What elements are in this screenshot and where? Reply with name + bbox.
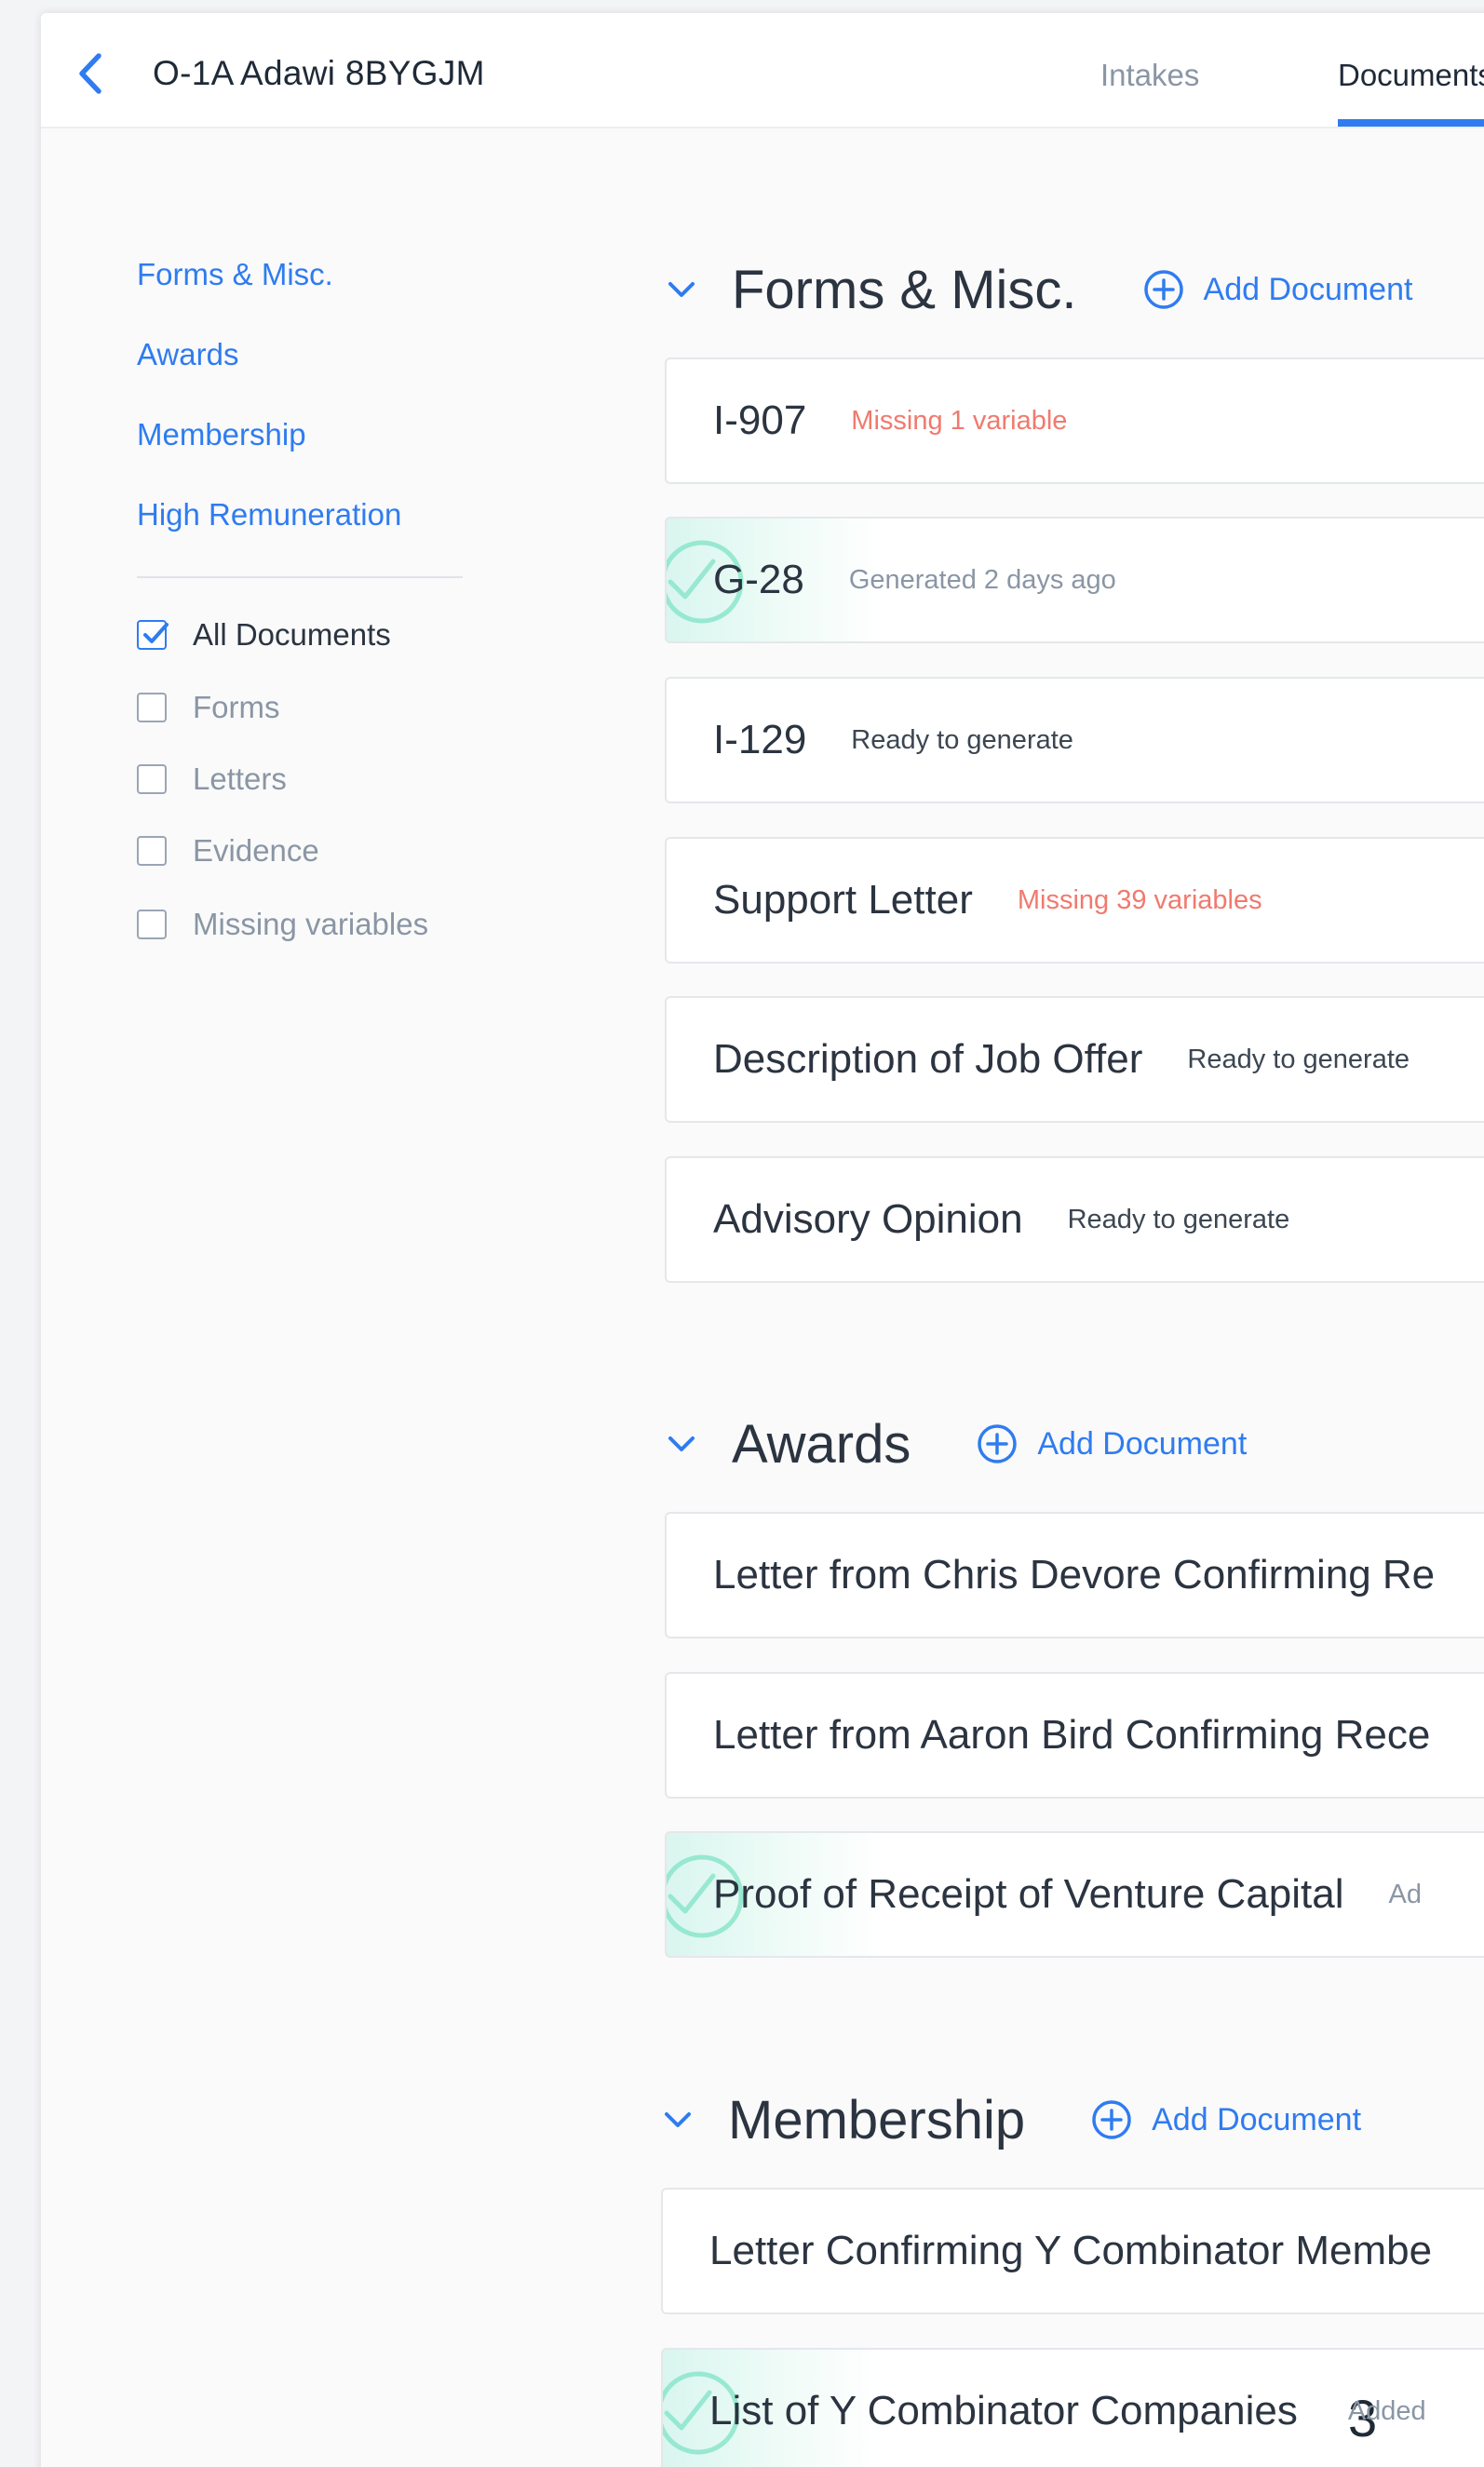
document-title: I-129	[713, 717, 807, 762]
filter-letters[interactable]: Letters	[137, 761, 287, 798]
checkbox[interactable]	[137, 693, 167, 722]
section-header-awards: Awards Add Document	[665, 1411, 1247, 1476]
document-row[interactable]: Letter Confirming Y Combinator Membe	[661, 2188, 1484, 2314]
filter-label: Evidence	[193, 833, 319, 868]
document-status: Missing 39 variables	[1017, 884, 1262, 915]
chevron-down-icon[interactable]	[661, 2103, 695, 2137]
document-row[interactable]: Description of Job Offer Ready to genera…	[665, 996, 1484, 1123]
filter-all-documents[interactable]: All Documents	[137, 616, 391, 654]
document-row[interactable]: Letter from Aaron Bird Confirming Rece	[665, 1672, 1484, 1799]
document-row[interactable]: I-129 Ready to generate	[665, 677, 1484, 803]
filter-label: All Documents	[193, 617, 391, 652]
filter-label: Letters	[193, 762, 287, 796]
filter-missing-variables[interactable]: Missing variables	[137, 906, 428, 943]
filter-label: Missing variables	[193, 907, 429, 941]
document-title: Proof of Receipt of Venture Capital	[713, 1871, 1344, 1917]
add-document-button[interactable]: Add Document	[1142, 268, 1413, 311]
sidebar-link-membership[interactable]: Membership	[137, 417, 306, 452]
document-row[interactable]: Advisory Opinion Ready to generate	[665, 1156, 1484, 1283]
plus-circle-icon	[1143, 270, 1183, 309]
document-row[interactable]: I-907 Missing 1 variable	[665, 357, 1484, 484]
sidebar-link-forms-misc[interactable]: Forms & Misc.	[137, 257, 333, 292]
document-title: I-907	[713, 398, 807, 443]
document-row[interactable]: G-28 Generated 2 days ago	[665, 517, 1484, 643]
add-document-label: Add Document	[1037, 1425, 1248, 1462]
section-title: Awards	[732, 1413, 911, 1475]
tab-intakes[interactable]: Intakes	[1100, 58, 1199, 93]
document-status: Added	[1347, 2395, 1426, 2426]
add-document-label: Add Document	[1203, 271, 1413, 307]
document-title: Letter Confirming Y Combinator Membe	[709, 2228, 1433, 2273]
document-status: Missing 1 variable	[851, 405, 1068, 436]
check-icon	[143, 623, 169, 643]
checkbox-checked[interactable]	[137, 620, 169, 650]
checkbox[interactable]	[137, 836, 167, 866]
add-document-label: Add Document	[1152, 2101, 1362, 2137]
document-title: G-28	[713, 557, 804, 602]
filter-evidence[interactable]: Evidence	[137, 832, 319, 870]
section-header-membership: Membership Add Document	[661, 2087, 1361, 2152]
document-title: Advisory Opinion	[713, 1196, 1023, 1242]
section-title: Forms & Misc.	[732, 259, 1077, 320]
document-status: Ready to generate	[851, 724, 1073, 755]
document-title: Description of Job Offer	[713, 1036, 1143, 1082]
document-title: Letter from Chris Devore Confirming Re	[713, 1552, 1436, 1597]
add-document-button[interactable]: Add Document	[1090, 2098, 1361, 2141]
document-status: Ad	[1388, 1879, 1422, 1909]
plus-circle-icon	[1092, 2100, 1131, 2139]
document-row[interactable]: Letter from Chris Devore Confirming Re	[665, 1512, 1484, 1638]
tab-documents[interactable]: Documents	[1338, 58, 1484, 93]
checkbox[interactable]	[137, 910, 167, 939]
document-status: Ready to generate	[1187, 1044, 1410, 1074]
document-title: List of Y Combinator Companies	[709, 2388, 1298, 2433]
back-button[interactable]	[73, 50, 110, 97]
case-title: O-1A Adawi 8BYGJM	[153, 54, 485, 92]
sidebar-divider	[137, 576, 463, 578]
section-header-forms-misc: Forms & Misc. Add Document	[665, 257, 1412, 322]
document-row[interactable]: Support Letter Missing 39 variables	[665, 837, 1484, 964]
plus-circle-icon	[978, 1424, 1018, 1463]
chevron-down-icon[interactable]	[665, 273, 698, 306]
active-tab-indicator	[1338, 119, 1484, 127]
sidebar-link-awards[interactable]: Awards	[137, 337, 238, 372]
checkbox[interactable]	[137, 764, 167, 794]
document-status: Ready to generate	[1067, 1204, 1290, 1234]
top-bar: O-1A Adawi 8BYGJM Intakes Documents	[41, 13, 1484, 128]
filter-label: Forms	[193, 690, 280, 724]
document-row[interactable]: Proof of Receipt of Venture Capital Ad	[665, 1831, 1484, 1958]
document-status: Generated 2 days ago	[848, 564, 1116, 595]
sidebar-link-high-remuneration[interactable]: High Remuneration	[137, 497, 401, 532]
chevron-left-icon	[79, 53, 101, 94]
app-window: O-1A Adawi 8BYGJM Intakes Documents Form…	[41, 13, 1484, 2467]
document-title: Support Letter	[713, 877, 973, 923]
section-title: Membership	[728, 2089, 1026, 2150]
document-row[interactable]: List of Y Combinator Companies Added	[661, 2348, 1484, 2467]
chevron-down-icon[interactable]	[665, 1427, 698, 1461]
document-title: Letter from Aaron Bird Confirming Rece	[713, 1712, 1431, 1758]
add-document-button[interactable]: Add Document	[976, 1422, 1247, 1465]
filter-forms[interactable]: Forms	[137, 689, 280, 726]
